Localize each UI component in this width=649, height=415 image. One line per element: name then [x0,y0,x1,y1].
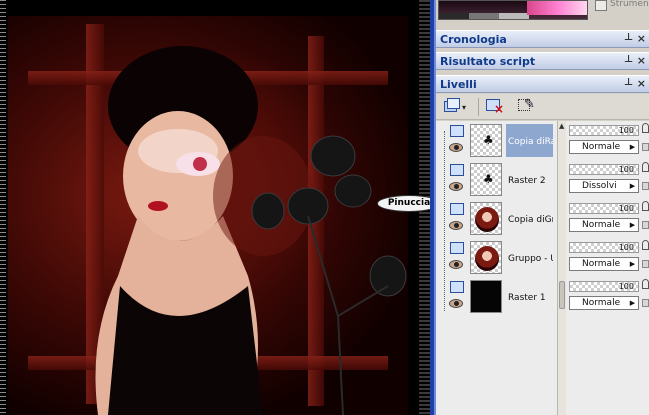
layer-thumbnail: ♣ [470,163,502,196]
layer-name[interactable]: Gruppo - U [506,241,553,274]
layer-thumbnail [470,202,502,235]
blend-mode-select[interactable]: Dissolvi ▶ [569,179,639,193]
new-layer-button[interactable]: ▾ [444,97,470,117]
close-icon[interactable]: × [637,54,646,67]
lock-icon[interactable] [642,240,649,250]
close-icon[interactable]: × [637,32,646,45]
opacity-value: 100 [618,282,634,291]
mask-icon[interactable] [642,221,649,229]
app-window: Pinuccia Strument Cronologia ⊥ × Risulta… [0,0,649,415]
palette-title: Cronologia [440,33,507,46]
palette-header-risultato-script[interactable]: Risultato script ⊥ × [436,52,649,70]
delete-layer-button[interactable]: × [486,97,506,117]
chevron-right-icon[interactable]: ▶ [628,219,637,231]
blend-mode-value: Normale [582,220,621,230]
scroll-up-icon[interactable]: ▲ [559,122,564,130]
lock-icon[interactable] [642,162,649,172]
pin-icon[interactable]: ⊥ [624,77,633,88]
layer-thumbnail: ♣ [470,124,502,157]
chevron-right-icon[interactable]: ▶ [628,297,637,309]
artwork-image[interactable] [8,16,408,415]
chevron-right-icon[interactable]: ▶ [628,141,637,153]
layer-icon [450,281,464,293]
layer-icon [450,203,464,215]
visibility-eye-icon[interactable] [449,260,463,269]
layer-row[interactable]: Gruppo - U [436,238,558,277]
dropdown-arrow-icon: ▾ [462,103,467,112]
blend-mode-select[interactable]: Normale ▶ [569,218,639,232]
layer-row[interactable]: ♣ Copia diRa [436,121,558,160]
layer-icon [447,98,460,109]
scrollbar-thumb[interactable] [559,281,565,309]
blend-mode-select[interactable]: Normale ▶ [569,140,639,154]
layer-row[interactable]: Copia diGr [436,199,558,238]
opacity-slider[interactable]: 100 [569,242,639,253]
visibility-eye-icon[interactable] [449,299,463,308]
visibility-eye-icon[interactable] [449,143,463,152]
lock-icon[interactable] [642,201,649,211]
layer-row[interactable]: ♣ Raster 2 [436,160,558,199]
palettes-panel: Strument Cronologia ⊥ × Risultato script… [430,0,649,415]
canvas-ruler [0,0,6,415]
layer-thumbnail [470,241,502,274]
layer-icon [450,164,464,176]
chevron-right-icon[interactable]: ▶ [628,180,637,192]
layer-properties: 100 Normale ▶ [567,238,649,277]
close-icon[interactable]: × [637,77,646,90]
pin-icon[interactable]: ⊥ [624,54,633,65]
layer-icon [450,242,464,254]
palette-title: Risultato script [440,55,536,68]
palette-header-cronologia[interactable]: Cronologia ⊥ × [436,30,649,48]
color-picker[interactable] [438,0,588,20]
delete-icon: × [494,102,505,116]
opacity-value: 100 [618,165,634,174]
strument-label: Strument [610,0,649,9]
opacity-slider[interactable]: 100 [569,281,639,292]
layer-name[interactable]: Raster 2 [506,163,553,196]
layer-name[interactable]: Copia diRa [506,124,553,157]
layer-row[interactable]: Raster 1 [436,277,558,316]
blend-mode-value: Normale [582,298,621,308]
opacity-slider[interactable]: 100 [569,203,639,214]
layer-properties: 100 Dissolvi ▶ [567,160,649,199]
layer-icon [450,125,464,137]
layer-name[interactable]: Raster 1 [506,280,553,313]
opacity-value: 100 [618,126,634,135]
chevron-right-icon[interactable]: ▶ [628,258,637,270]
layers-scrollbar[interactable]: ▲ [557,121,566,415]
layer-thumbnail [470,280,502,313]
mask-icon[interactable] [642,143,649,151]
layers-toolbar: ▾ × ✎ [436,94,649,120]
visibility-eye-icon[interactable] [449,221,463,230]
toolbar-divider [478,98,479,116]
layer-properties: 100 Normale ▶ [567,277,649,316]
artwork-figure [95,46,407,415]
visibility-eye-icon[interactable] [449,182,463,191]
pin-icon[interactable]: ⊥ [624,32,633,43]
lock-icon[interactable] [642,279,649,289]
blend-mode-select[interactable]: Normale ▶ [569,257,639,271]
layer-properties: 100 Normale ▶ [567,199,649,238]
layer-name[interactable]: Copia diGr [506,202,553,235]
opacity-value: 100 [618,204,634,213]
layer-properties: 100 Normale ▶ [567,121,649,160]
edit-selection-button[interactable]: ✎ [518,97,540,117]
blend-mode-value: Normale [582,259,621,269]
blend-mode-select[interactable]: Normale ▶ [569,296,639,310]
strument-checkbox[interactable] [595,0,607,11]
blend-mode-value: Normale [582,142,621,152]
opacity-slider[interactable]: 100 [569,125,639,136]
mask-icon[interactable] [642,182,649,190]
layers-list: ♣ Copia diRa ♣ Raster 2 Copia diGr Grupp… [436,121,649,415]
mask-icon[interactable] [642,260,649,268]
palette-title: Livelli [440,78,477,91]
palette-header-livelli[interactable]: Livelli ⊥ × [436,75,649,93]
mask-icon[interactable] [642,299,649,307]
blend-mode-value: Dissolvi [582,181,617,191]
opacity-value: 100 [618,243,634,252]
image-canvas[interactable] [0,0,430,415]
opacity-slider[interactable]: 100 [569,164,639,175]
lock-icon[interactable] [642,123,649,133]
pen-icon: ✎ [524,97,535,112]
